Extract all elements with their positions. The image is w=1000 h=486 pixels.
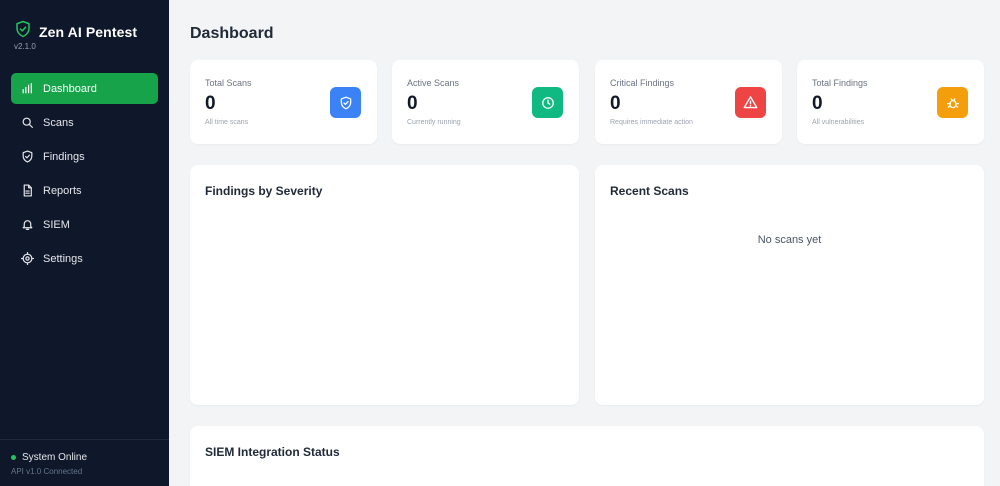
warning-icon [735, 87, 766, 118]
sidebar-item-findings[interactable]: Findings [11, 141, 158, 172]
gear-icon [21, 252, 34, 265]
sidebar-item-label: Reports [43, 184, 82, 197]
stat-label: Critical Findings [610, 78, 675, 88]
bell-icon [21, 218, 34, 231]
stat-card-total-findings[interactable]: Total Findings 0 All vulnerabilities [797, 60, 984, 144]
sidebar-item-scans[interactable]: Scans [11, 107, 158, 138]
stat-label: Active Scans [407, 78, 460, 88]
stat-value: 0 [610, 93, 621, 114]
sidebar-item-label: Settings [43, 252, 83, 265]
sidebar-divider [0, 439, 169, 440]
clock-icon [532, 87, 563, 118]
file-icon [21, 184, 34, 197]
page-title: Dashboard [190, 25, 274, 42]
panel-title: Recent Scans [610, 184, 689, 198]
sidebar-item-settings[interactable]: Settings [11, 243, 158, 274]
sidebar-item-label: Scans [43, 116, 74, 129]
siem-status-panel: SIEM Integration Status [190, 426, 984, 486]
recent-scans-panel: Recent Scans No scans yet [595, 165, 984, 405]
brand-title: Zen AI Pentest [39, 23, 138, 40]
stat-value: 0 [205, 93, 216, 114]
status-label: System Online [22, 452, 88, 463]
sidebar-item-reports[interactable]: Reports [11, 175, 158, 206]
sidebar: Zen AI Pentest v2.1.0 Dashboard Scans Fi… [0, 0, 169, 486]
stat-sub: All time scans [205, 119, 249, 126]
stat-sub: Currently running [407, 119, 461, 126]
sidebar-nav: Dashboard Scans Findings Reports SIEM Se… [11, 73, 158, 277]
findings-by-severity-panel: Findings by Severity [190, 165, 579, 405]
bug-icon [937, 87, 968, 118]
stat-sub: All vulnerabilities [812, 119, 865, 126]
shield-check-icon [14, 20, 32, 43]
sidebar-item-siem[interactable]: SIEM [11, 209, 158, 240]
empty-state-text: No scans yet [757, 234, 822, 246]
stat-value: 0 [407, 93, 418, 114]
status-dot-icon [11, 455, 16, 460]
stat-card-total-scans[interactable]: Total Scans 0 All time scans [190, 60, 377, 144]
search-icon [21, 116, 34, 129]
stat-card-critical-findings[interactable]: Critical Findings 0 Requires immediate a… [595, 60, 782, 144]
system-status: System Online API v1.0 Connected [11, 452, 87, 476]
stat-value: 0 [812, 93, 823, 114]
panel-title: SIEM Integration Status [205, 445, 340, 459]
sidebar-item-label: SIEM [43, 218, 70, 231]
stat-sub: Requires immediate action [610, 119, 693, 126]
stat-label: Total Scans [205, 78, 252, 88]
sidebar-item-label: Dashboard [43, 82, 97, 95]
panel-title: Findings by Severity [205, 184, 323, 198]
app-version: v2.1.0 [14, 42, 36, 51]
shield-icon [21, 150, 34, 163]
stat-label: Total Findings [812, 78, 868, 88]
api-status: API v1.0 Connected [11, 467, 83, 476]
bar-chart-icon [21, 82, 34, 95]
sidebar-item-dashboard[interactable]: Dashboard [11, 73, 158, 104]
sidebar-item-label: Findings [43, 150, 85, 163]
brand[interactable]: Zen AI Pentest [14, 20, 137, 43]
stat-card-active-scans[interactable]: Active Scans 0 Currently running [392, 60, 579, 144]
shield-check-icon [330, 87, 361, 118]
